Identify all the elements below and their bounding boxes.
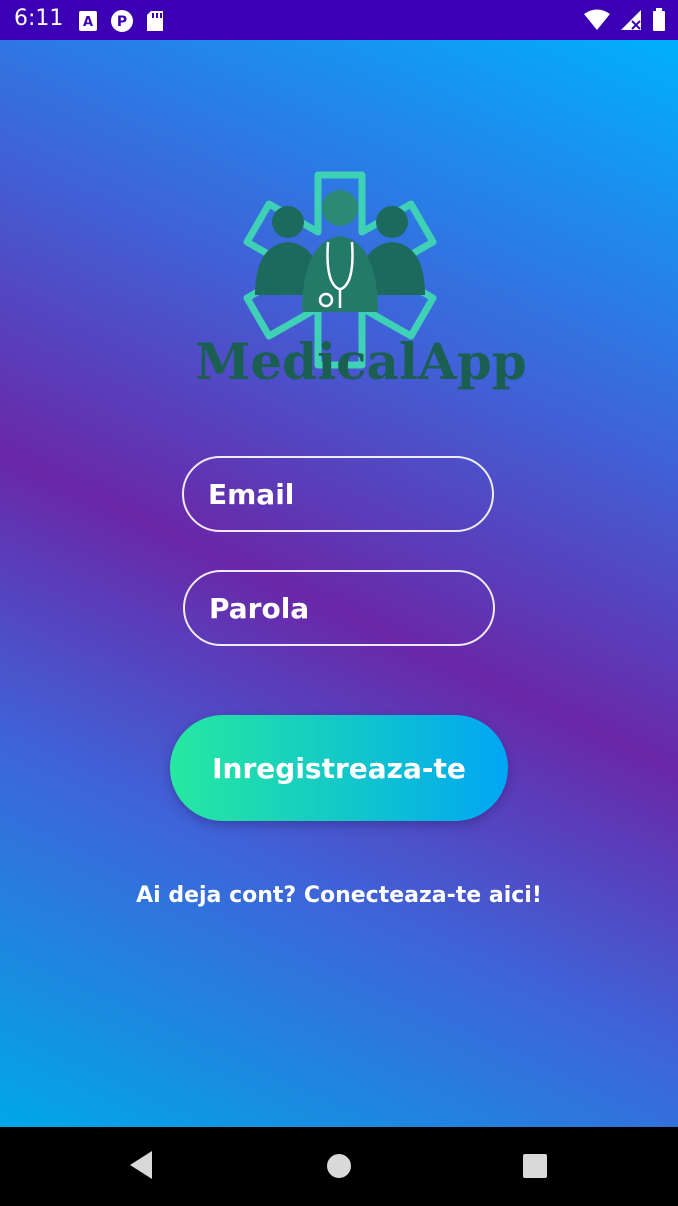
status-icons-left: A P xyxy=(78,9,164,37)
battery-icon xyxy=(652,8,666,36)
signal-off-icon xyxy=(620,9,642,35)
password-field[interactable] xyxy=(183,570,495,646)
svg-text:A: A xyxy=(83,15,93,30)
text-a-icon: A xyxy=(78,10,98,36)
p-badge-icon: P xyxy=(110,9,134,37)
register-button[interactable]: Inregistreaza-te xyxy=(170,715,508,821)
status-time: 6:11 xyxy=(14,6,64,31)
email-field[interactable] xyxy=(182,456,494,532)
svg-text:P: P xyxy=(117,14,127,30)
back-icon[interactable] xyxy=(126,1149,156,1185)
sd-card-icon xyxy=(146,10,164,36)
password-input[interactable] xyxy=(185,572,493,644)
logo-text: MedicalApp xyxy=(195,332,527,391)
wifi-icon xyxy=(584,9,610,35)
status-bar: 6:11 A P xyxy=(0,0,678,40)
status-icons-right xyxy=(584,8,666,36)
register-screen: MedicalApp Inregistreaza-te Ai deja cont… xyxy=(0,40,678,1127)
recents-icon[interactable] xyxy=(521,1149,549,1185)
navigation-bar xyxy=(0,1127,678,1206)
home-icon[interactable] xyxy=(325,1149,353,1185)
login-link[interactable]: Ai deja cont? Conecteaza-te aici! xyxy=(0,883,678,908)
email-input[interactable] xyxy=(184,458,492,530)
